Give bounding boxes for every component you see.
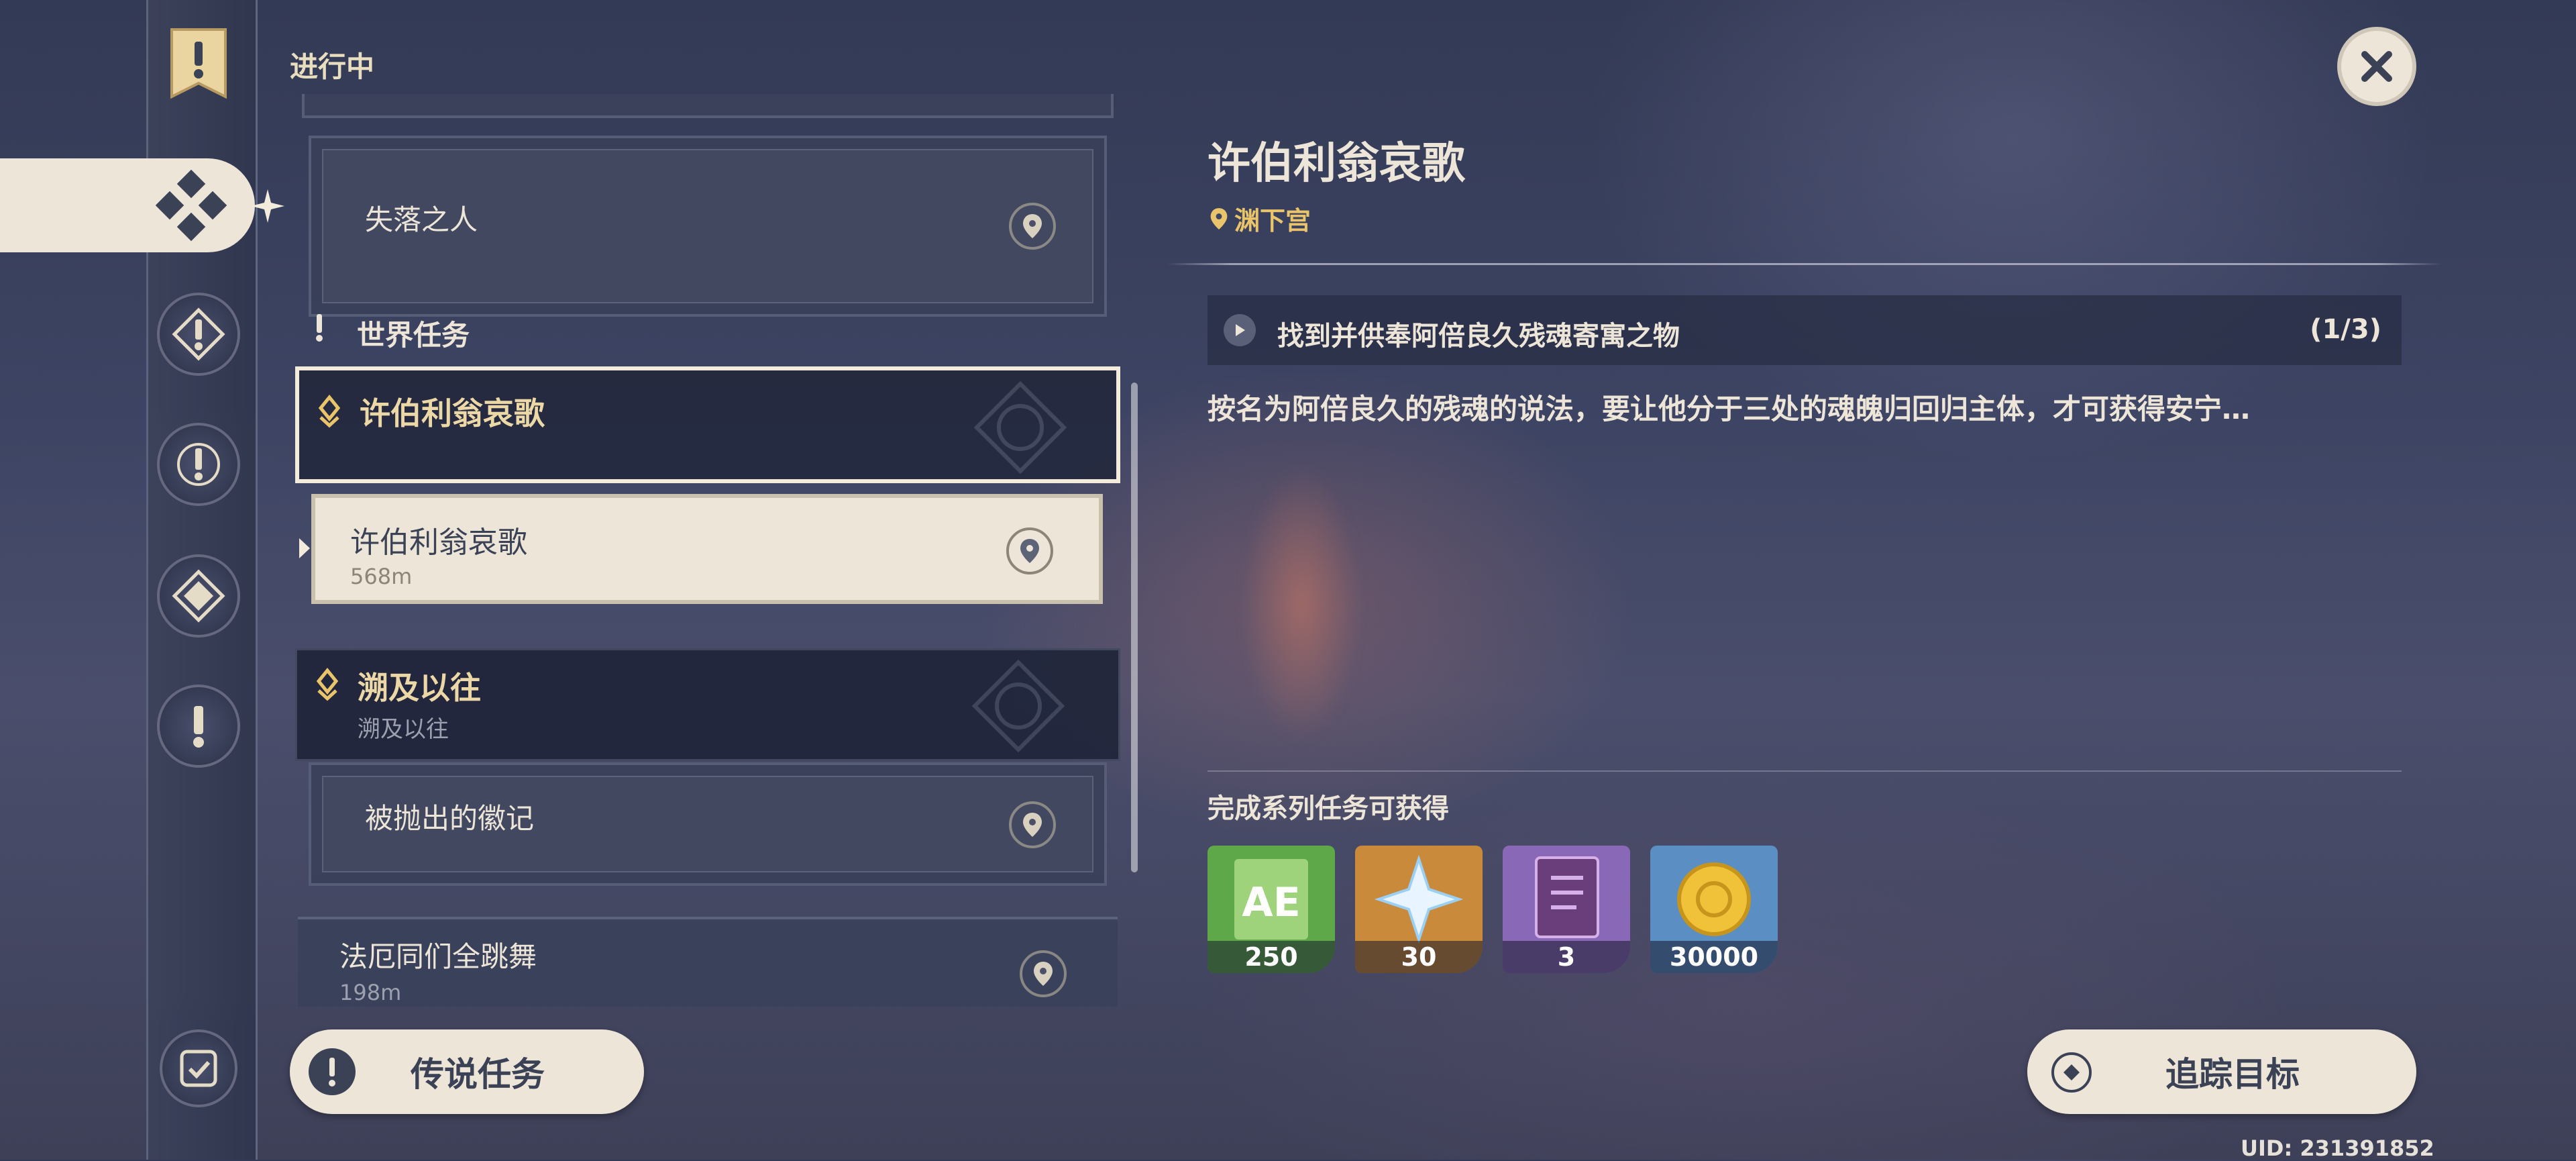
track-target-label: 追踪目标 [2165, 1055, 2300, 1094]
list-item-hyperion-active[interactable]: 许伯利翁哀歌 568m [311, 494, 1103, 604]
character-silhouette [1241, 463, 1362, 745]
quest-title: 被抛出的徽记 [365, 802, 535, 835]
close-button[interactable] [2337, 27, 2416, 106]
series-diamond-icon [316, 668, 339, 701]
reward-count: 30 [1355, 941, 1483, 973]
rail-item-archon-quests[interactable] [157, 293, 240, 376]
quest-location: 渊下宫 [1209, 200, 1311, 237]
section-world-quests: 世界任务 [357, 319, 470, 352]
svg-text:AE: AE [1242, 879, 1300, 926]
location-pin-icon[interactable] [1006, 527, 1053, 574]
archon-quest-icon [172, 307, 225, 361]
list-item-thrown-emblem[interactable]: 被抛出的徽记 [309, 762, 1107, 886]
quest-series-title: 溯及以往 [358, 670, 481, 706]
active-arrow-icon [298, 537, 311, 560]
track-target-button[interactable]: 追踪目标 [2027, 1029, 2416, 1114]
rail-item-world-quests[interactable] [157, 685, 240, 768]
rewards-label: 完成系列任务可获得 [1208, 793, 1449, 824]
list-item-phaethon-dance[interactable]: 法厄同们全跳舞 198m [298, 917, 1118, 1007]
story-quest-icon [177, 443, 220, 486]
location-pin-icon[interactable] [1009, 203, 1056, 250]
series-emblem-icon [970, 377, 1071, 478]
reward-count: 30000 [1650, 941, 1778, 973]
rail-item-commissions[interactable] [157, 554, 240, 638]
location-marker-icon [1210, 207, 1228, 230]
sparkle-icon [250, 188, 286, 224]
world-quest-exclaim-icon [313, 313, 326, 342]
location-pin-icon[interactable] [1020, 950, 1067, 997]
legend-quests-label: 传说任务 [411, 1055, 545, 1094]
quest-series-title: 许伯利翁哀歌 [360, 395, 545, 432]
quest-list[interactable]: 失落之人 世界任务 许伯利翁哀歌 许伯利翁哀歌 568m 溯及以往 溯及以往 被… [295, 94, 1120, 1007]
reward-divider [1208, 770, 2402, 772]
checklist-icon [180, 1050, 217, 1087]
tab-in-progress: 进行中 [290, 50, 375, 83]
quest-title: 失落之人 [365, 203, 478, 236]
reward-count: 250 [1208, 941, 1335, 973]
quest-title: 法厄同们全跳舞 [339, 940, 537, 973]
quest-list-scrollbar[interactable] [1131, 383, 1138, 872]
heros-wit-book-icon [1535, 856, 1599, 938]
series-emblem-icon [968, 656, 1069, 756]
reward-heros-wit[interactable]: 3 [1503, 846, 1630, 973]
legend-quest-icon [309, 1048, 356, 1095]
quest-distance: 568m [350, 564, 413, 589]
close-icon [2361, 51, 2392, 82]
quest-detail-title: 许伯利翁哀歌 [1208, 139, 1465, 189]
all-quests-icon [155, 169, 227, 242]
list-item-lost-person[interactable]: 失落之人 [309, 136, 1107, 317]
mora-icon [1677, 862, 1751, 936]
quest-objective: 找到并供奉阿倍良久残魂寄寓之物 (1/3) [1208, 295, 2402, 365]
location-pin-icon[interactable] [1009, 801, 1056, 848]
commission-icon [172, 569, 225, 623]
location-name: 渊下宫 [1234, 206, 1311, 236]
primogem-icon [1374, 854, 1464, 944]
quest-series-hyperion[interactable]: 许伯利翁哀歌 [295, 366, 1120, 483]
quest-description: 按名为阿倍良久的残魂的说法，要让他分于三处的魂魄归回归主体，才可获得安宁… [1208, 393, 2251, 425]
objective-text: 找到并供奉阿倍良久残魂寄寓之物 [1277, 321, 1680, 352]
rail-item-story-quests[interactable] [157, 423, 240, 506]
quest-distance: 198m [339, 980, 402, 1005]
quest-series-subtitle: 溯及以往 [358, 716, 449, 743]
track-icon [2051, 1052, 2092, 1093]
objective-progress: (1/3) [2310, 314, 2381, 345]
objective-arrow-icon [1224, 314, 1256, 346]
reward-mora[interactable]: 30000 [1650, 846, 1778, 973]
rail-item-all-quests[interactable] [0, 158, 255, 252]
reward-count: 3 [1503, 941, 1630, 973]
player-uid: UID: 231391852 [2241, 1135, 2434, 1161]
list-card-top-edge [302, 94, 1114, 118]
legend-quests-button[interactable]: 传说任务 [290, 1029, 644, 1114]
series-diamond-icon [318, 395, 341, 428]
quest-title: 许伯利翁哀歌 [350, 525, 527, 560]
world-quest-icon [193, 706, 204, 748]
rail-item-quest-settings[interactable] [160, 1029, 237, 1107]
reward-primogem[interactable]: 30 [1355, 846, 1483, 973]
quest-series-retrospect[interactable]: 溯及以往 溯及以往 [295, 648, 1120, 761]
adventure-exp-icon: AE [1234, 859, 1308, 940]
quest-book-icon[interactable] [168, 27, 229, 101]
reward-adventure-exp[interactable]: AE 250 [1208, 846, 1335, 973]
detail-divider [1167, 263, 2442, 265]
